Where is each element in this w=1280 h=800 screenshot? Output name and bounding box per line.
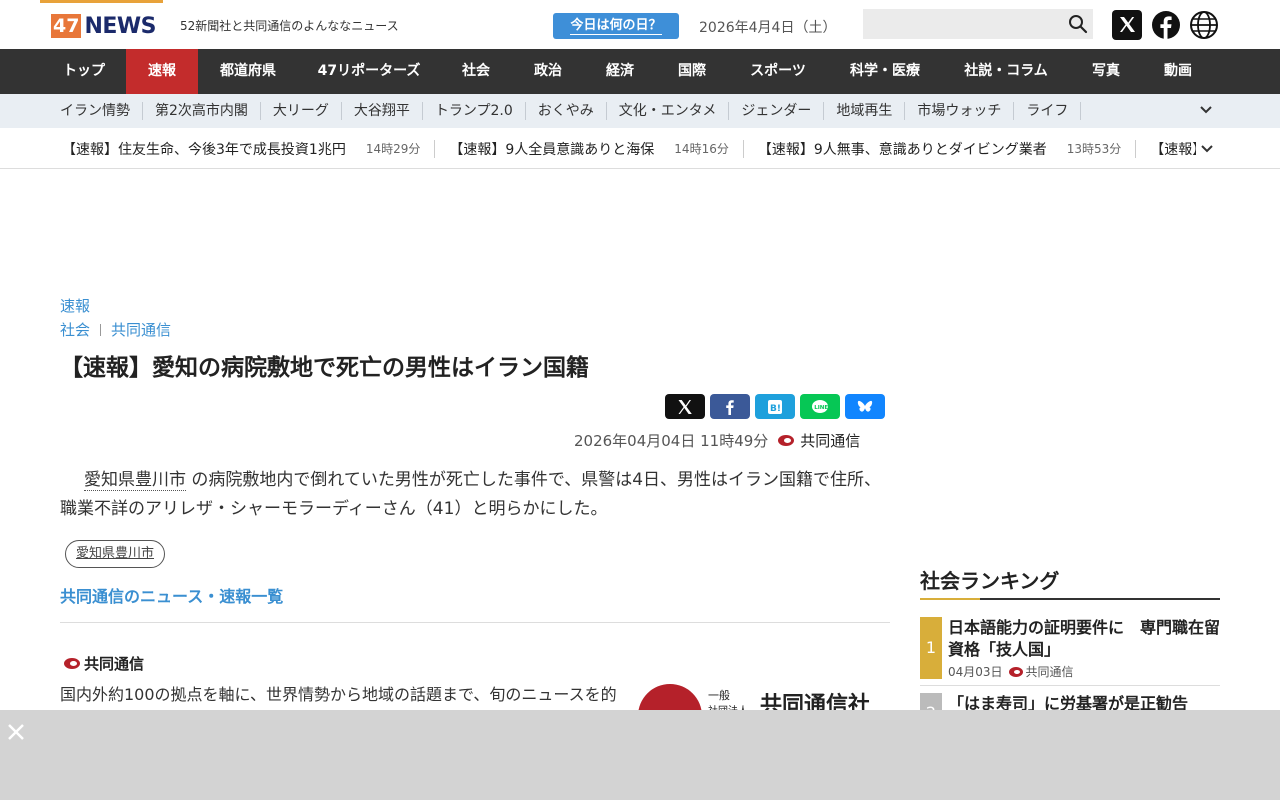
svg-text:LINE: LINE (814, 405, 828, 411)
source-link[interactable]: 共同通信 (111, 319, 171, 340)
x-icon (678, 399, 692, 414)
ticker-item[interactable]: 【速報】9人無事、意識ありとダイビング業者 13時53分 (757, 139, 1137, 158)
ranking-underline (920, 598, 1220, 600)
topic-link[interactable]: イラン情勢 (48, 102, 143, 120)
topic-link[interactable]: トランプ2.0 (423, 102, 526, 120)
ticker-item[interactable]: 【速報】9人全員意識ありと海保 14時16分 (449, 139, 744, 158)
share-facebook-button[interactable] (710, 394, 750, 419)
today-button[interactable]: 今日は何の日？ (553, 13, 679, 39)
search-input[interactable] (863, 9, 1093, 39)
svg-text:B!: B! (770, 404, 781, 414)
hatena-bookmark-icon: B! (768, 399, 782, 414)
site-header: 47 NEWS 52新聞社と共同通信のよんななニュース 今日は何の日？ 2026… (0, 0, 1280, 49)
logo-number: 47 (51, 14, 82, 38)
article-datetime: 2026年04月04日 11時49分 (574, 432, 769, 450)
ticker-title: 【速報】9人全員意識ありと海保 (449, 141, 655, 158)
crumb-separator (100, 323, 102, 336)
site-tagline: 52新聞社と共同通信のよんななニュース (180, 19, 399, 33)
bluesky-icon (857, 400, 873, 412)
topic-link[interactable]: 地域再生 (824, 102, 906, 120)
rank-number: 1 (920, 617, 942, 679)
ticker-title: 【速報】住友生命、今後3年で成長投資1兆円 (62, 141, 346, 158)
article-source: 共同通信 (800, 432, 861, 450)
ticker-title: 【速報】海 (1150, 141, 1196, 158)
logo-accent-bar (40, 0, 163, 3)
ranking-item-source: 共同通信 (1025, 665, 1074, 679)
topic-link[interactable]: おくやみ (526, 102, 607, 120)
topic-link[interactable]: ジェンダー (729, 102, 825, 120)
facebook-icon (726, 399, 734, 415)
facebook-icon[interactable] (1151, 10, 1181, 40)
nav-item[interactable]: 速報 (126, 49, 198, 94)
nav-item[interactable]: トップ (42, 49, 126, 94)
share-bluesky-button[interactable] (845, 394, 885, 419)
header-date: 2026年4月4日（土） (699, 20, 837, 36)
nav-item[interactable]: 47リポーターズ (298, 49, 440, 94)
x-icon[interactable] (1112, 10, 1142, 40)
topic-link[interactable]: 文化・エンタメ (607, 102, 730, 120)
nav-item[interactable]: 経済 (584, 49, 656, 94)
ticker-title: 【速報】9人無事、意識ありとダイビング業者 (757, 141, 1047, 158)
ticker-time: 13時53分 (1066, 142, 1122, 156)
topic-link[interactable]: 大谷翔平 (342, 102, 423, 120)
nav-item[interactable]: 社説・コラム (942, 49, 1070, 94)
tag-link[interactable]: 愛知県豊川市 (65, 540, 166, 568)
share-hatena-button[interactable]: B! (755, 394, 795, 419)
topic-link[interactable]: ライフ (1014, 102, 1082, 120)
ticker-time: 14時16分 (674, 142, 729, 156)
source-box-title: 共同通信 (64, 653, 144, 674)
chevron-down-icon[interactable] (1200, 142, 1214, 156)
logo-word: NEWS (84, 13, 157, 39)
source-list-link[interactable]: 共同通信のニュース・速報一覧 (60, 583, 283, 607)
nav-item[interactable]: 政治 (512, 49, 584, 94)
logo-small-text: 一般 (708, 689, 730, 702)
kyodo-logo-icon (1008, 666, 1023, 677)
article-headline: 【速報】愛知の病院敷地で死亡の男性はイラン国籍 (60, 355, 589, 381)
globe-icon[interactable] (1189, 10, 1219, 40)
ranking-title: 社会ランキング (920, 569, 1060, 593)
nav-item[interactable]: 都道府県 (198, 49, 298, 94)
ticker-time: 14時29分 (365, 142, 421, 156)
topic-link[interactable]: 第2次高市内閣 (143, 102, 261, 120)
nav-item[interactable]: 科学・医療 (828, 49, 942, 94)
topic-link[interactable]: 市場ウォッチ (905, 102, 1015, 120)
article-body: 愛知県豊川市 の病院敷地内で倒れていた男性が死亡した事件で、県警は4日、男性はイ… (60, 466, 894, 524)
source-box-title-text: 共同通信 (84, 655, 145, 673)
share-line-button[interactable]: LINE (800, 394, 840, 419)
topic-nav: イラン情勢 第2次高市内閣 大リーグ 大谷翔平 トランプ2.0 おくやみ 文化・エンタメ ジェ… (0, 94, 1280, 128)
site-logo[interactable]: 47 NEWS (51, 13, 157, 39)
breaking-ticker: 【速報】住友生命、今後3年で成長投資1兆円 14時29分 【速報】9人全員意識ありと… (0, 128, 1280, 169)
kyodo-logo-icon (64, 658, 80, 669)
ticker-item[interactable]: 【速報】住友生命、今後3年で成長投資1兆円 14時29分 (62, 139, 436, 158)
category-link[interactable]: 社会 (60, 319, 90, 340)
ranking-item-meta: 04月03日 共同通信 (948, 663, 1074, 680)
ranking-item-date: 04月03日 (948, 665, 1003, 679)
nav-item[interactable]: 国際 (656, 49, 728, 94)
nav-item[interactable]: 動画 (1142, 49, 1214, 94)
place-link[interactable]: 愛知県豊川市 (84, 470, 186, 491)
ranking-item-title: 日本語能力の証明要件に 専門職在留資格「技人国」 (948, 618, 1221, 659)
search-icon[interactable] (1068, 14, 1088, 34)
close-icon[interactable] (6, 722, 26, 742)
line-icon: LINE (812, 399, 828, 413)
kyodo-logo-icon (778, 435, 795, 446)
ranking-item[interactable]: 1 日本語能力の証明要件に 専門職在留資格「技人国」 04月03日 共同通信 (920, 617, 1220, 679)
section-link[interactable]: 速報 (60, 295, 90, 316)
ranking-separator (920, 685, 1220, 686)
main-nav: トップ 速報 都道府県 47リポーターズ 社会 政治 経済 国際 スポーツ 科学・医療 社説・コラム… (0, 49, 1280, 94)
nav-item[interactable]: 写真 (1070, 49, 1142, 94)
article-meta: 2026年04月04日 11時49分 共同通信 (574, 430, 860, 451)
share-x-button[interactable] (665, 394, 705, 419)
nav-item[interactable]: 社会 (440, 49, 512, 94)
ticker-row: 【速報】住友生命、今後3年で成長投資1兆円 14時29分 【速報】9人全員意識ありと… (62, 128, 1196, 168)
breadcrumb: 社会 共同通信 (60, 319, 171, 340)
ticker-item[interactable]: 【速報】海 (1150, 140, 1196, 158)
divider (60, 622, 890, 623)
chevron-down-icon[interactable] (1199, 103, 1213, 117)
nav-item[interactable]: スポーツ (728, 49, 828, 94)
bottom-ad-overlay (0, 710, 1280, 800)
topic-link[interactable]: 大リーグ (261, 102, 342, 120)
